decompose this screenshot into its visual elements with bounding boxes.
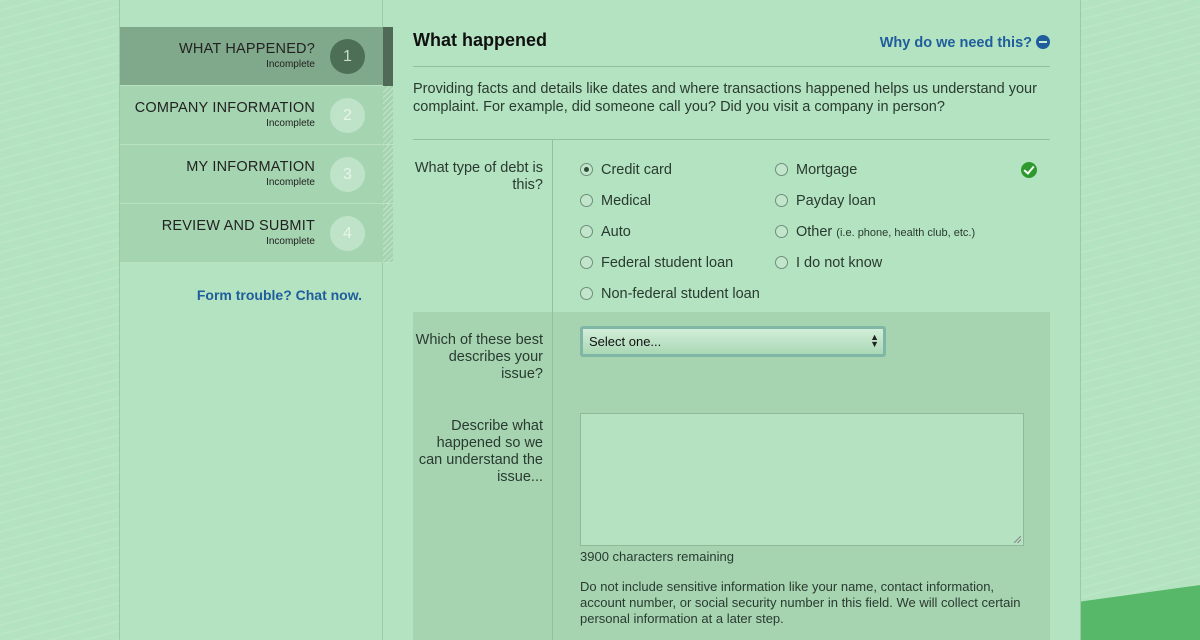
radio-label: Credit card <box>601 162 672 178</box>
radio-button-icon[interactable] <box>580 256 593 269</box>
select-arrows-icon: ▲ ▼ <box>870 332 879 349</box>
step-status: Incomplete <box>266 118 315 129</box>
issue-label: Which of these best describes your issue… <box>413 312 553 398</box>
radio-button-icon[interactable] <box>580 163 593 176</box>
radio-medical[interactable]: Medical <box>580 193 651 209</box>
background-left <box>0 0 120 640</box>
step-number-badge: 4 <box>330 216 365 251</box>
step-number-badge: 3 <box>330 157 365 192</box>
why-do-we-need-this-link[interactable]: Why do we need this? <box>880 35 1050 51</box>
radio-button-icon[interactable] <box>775 163 788 176</box>
radio-payday-loan[interactable]: Payday loan <box>775 193 876 209</box>
radio-label: Federal student loan <box>601 255 734 271</box>
step-list: WHAT HAPPENED? Incomplete 1 COMPANY INFO… <box>120 27 393 263</box>
resize-grip-icon[interactable] <box>1014 536 1021 543</box>
radio-label: Mortgage <box>796 162 858 178</box>
privacy-notice: Do not include sensitive information lik… <box>580 579 1021 626</box>
radio-i-do-not-know[interactable]: I do not know <box>775 255 882 271</box>
intro-text: Providing facts and details like dates a… <box>413 81 1037 115</box>
step-my-information[interactable]: MY INFORMATION Incomplete 3 <box>120 145 393 204</box>
debt-type-label: What type of debt is this? <box>413 140 553 312</box>
chat-now-link[interactable]: Form trouble? Chat now. <box>120 287 362 303</box>
step-title: WHAT HAPPENED? <box>178 41 315 57</box>
radio-label: Other <box>796 224 833 240</box>
sidebar: WHAT HAPPENED? Incomplete 1 COMPANY INFO… <box>120 0 393 640</box>
step-number-badge: 2 <box>330 98 365 133</box>
describe-row: Describe what happened so we can underst… <box>413 398 1050 640</box>
step-status: Incomplete <box>266 177 315 188</box>
radio-label: Medical <box>601 193 651 209</box>
section-header: What happened Why do we need this? <box>413 30 1050 67</box>
radio-label: Payday loan <box>796 193 876 209</box>
step-status: Incomplete <box>266 236 315 247</box>
issue-select-value: Select one... <box>589 334 662 349</box>
radio-credit-card[interactable]: Credit card <box>580 162 672 178</box>
radio-button-icon[interactable] <box>775 225 788 238</box>
radio-other[interactable]: Other (i.e. phone, health club, etc.) <box>775 224 975 240</box>
issue-select[interactable]: Select one... ▲ ▼ <box>580 326 886 357</box>
step-number-badge: 1 <box>330 39 365 74</box>
step-title: COMPANY INFORMATION <box>134 100 315 116</box>
radio-button-icon[interactable] <box>775 256 788 269</box>
step-what-happened[interactable]: WHAT HAPPENED? Incomplete 1 <box>120 27 393 86</box>
radio-button-icon[interactable] <box>580 194 593 207</box>
radio-hint: (i.e. phone, health club, etc.) <box>836 227 976 239</box>
step-status: Incomplete <box>266 59 315 70</box>
collapse-minus-icon[interactable] <box>1036 35 1050 49</box>
background-right <box>1081 0 1200 640</box>
radio-button-icon[interactable] <box>580 287 593 300</box>
step-title: REVIEW AND SUBMIT <box>161 218 315 234</box>
valid-check-icon <box>1021 162 1037 178</box>
debt-type-row: What type of debt is this? Credit card M… <box>413 140 1050 312</box>
describe-textarea[interactable] <box>580 413 1024 546</box>
radio-mortgage[interactable]: Mortgage <box>775 162 857 178</box>
radio-label: I do not know <box>796 255 883 271</box>
radio-non-federal-student-loan[interactable]: Non-federal student loan <box>580 286 760 302</box>
step-company-information[interactable]: COMPANY INFORMATION Incomplete 2 <box>120 86 393 145</box>
describe-label: Describe what happened so we can underst… <box>413 398 553 640</box>
characters-remaining: 3900 characters remaining <box>580 549 734 564</box>
radio-button-icon[interactable] <box>580 225 593 238</box>
radio-federal-student-loan[interactable]: Federal student loan <box>580 255 733 271</box>
issue-row: Which of these best describes your issue… <box>413 312 1050 398</box>
radio-label: Non-federal student loan <box>601 286 760 302</box>
radio-label: Auto <box>601 224 631 240</box>
radio-auto[interactable]: Auto <box>580 224 631 240</box>
step-review-and-submit[interactable]: REVIEW AND SUBMIT Incomplete 4 <box>120 204 393 263</box>
step-title: MY INFORMATION <box>186 159 315 175</box>
why-link-label: Why do we need this? <box>879 35 1032 51</box>
radio-button-icon[interactable] <box>775 194 788 207</box>
